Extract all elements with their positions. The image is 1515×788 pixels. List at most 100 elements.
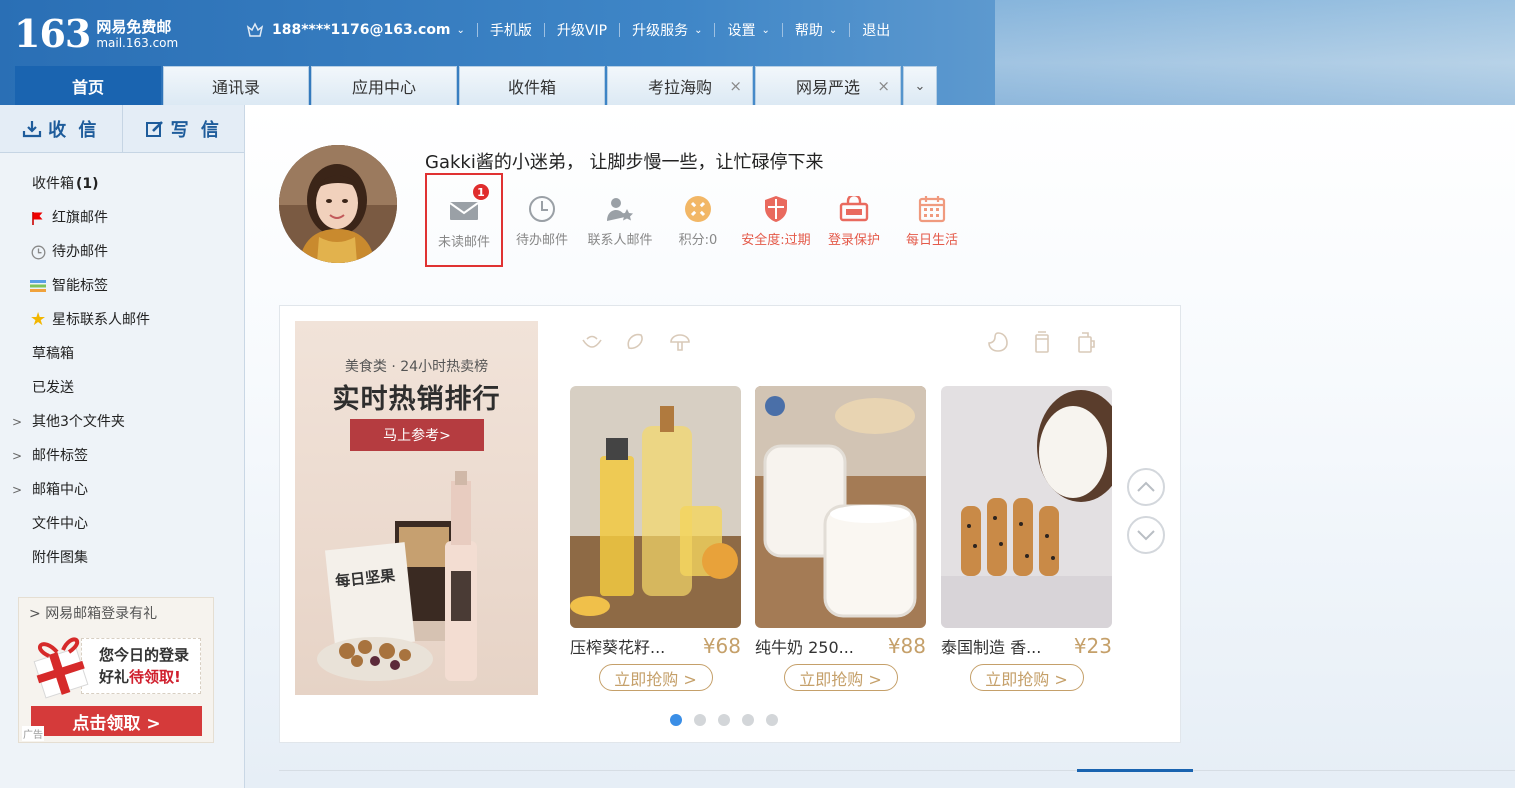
tab-yanxuan[interactable]: 网易严选 × [755, 66, 901, 105]
folder-label: 已发送 [32, 380, 74, 396]
folder-label: 智能标签 [52, 278, 108, 294]
folder-todo[interactable]: 待办邮件 [0, 235, 244, 269]
chevron-right-icon: > [12, 483, 23, 497]
chevron-down-icon[interactable]: ⌄ [694, 25, 702, 36]
folder-file-center[interactable]: 文件中心 [0, 507, 244, 541]
header: 163 网易免费邮 mail.163.com 188****1176@163.c… [0, 0, 1515, 105]
category-icons [580, 330, 1095, 354]
login-protect-stat[interactable]: 登录保护 [815, 193, 893, 253]
star-icon: ★ [29, 309, 47, 330]
close-icon[interactable]: × [877, 77, 890, 95]
folder-starred-contacts[interactable]: ★ 星标联系人邮件 [0, 303, 244, 337]
folder-smart-tags[interactable]: 智能标签 [0, 269, 244, 303]
tab-home[interactable]: 首页 [15, 66, 161, 105]
link-upgrade-service[interactable]: 升级服务 [632, 20, 688, 40]
chevron-down-icon[interactable]: ⌄ [761, 25, 769, 36]
buy-now-button[interactable]: 立即抢购 > [783, 664, 898, 691]
contact-mail-stat[interactable]: 联系人邮件 [581, 193, 659, 253]
chevron-down-icon: ⌄ [914, 78, 926, 94]
lock-box-icon [838, 193, 870, 225]
folder-red-flag[interactable]: 红旗邮件 [0, 201, 244, 235]
logo-number: 163 [14, 11, 91, 56]
carousel-dot[interactable] [694, 714, 706, 726]
buy-now-button[interactable]: 立即抢购 > [598, 664, 713, 691]
chevron-down-icon[interactable]: ⌄ [457, 25, 465, 36]
logo[interactable]: 163 网易免费邮 mail.163.com [14, 14, 178, 54]
avatar[interactable] [279, 145, 397, 263]
tab-more-button[interactable]: ⌄ [903, 66, 937, 105]
category-icon-6[interactable] [1074, 330, 1098, 354]
download-icon [23, 120, 42, 137]
link-mobile[interactable]: 手机版 [490, 20, 532, 40]
daily-life-stat[interactable]: 每日生活 [893, 193, 971, 253]
compose-label: 写 信 [170, 119, 222, 141]
todo-mail-stat[interactable]: 待办邮件 [503, 193, 581, 253]
product-card-1[interactable]: 压榨葵花籽... ¥68 立即抢购 > [570, 386, 741, 691]
stat-label: 待办邮件 [515, 233, 568, 248]
points-stat[interactable]: 积分:0 [659, 193, 737, 253]
carousel-dot[interactable] [718, 714, 730, 726]
link-upgrade-vip[interactable]: 升级VIP [557, 20, 607, 40]
shield-icon [760, 193, 792, 225]
folder-inbox[interactable]: 收件箱 (1) [0, 167, 244, 201]
category-icon-2[interactable] [624, 330, 648, 354]
link-logout[interactable]: 退出 [862, 20, 890, 40]
folder-mail-center[interactable]: > 邮箱中心 [0, 473, 244, 507]
product-image[interactable] [755, 386, 926, 628]
hot-sale-banner[interactable]: 美食类 · 24小时热卖榜 实时热销排行 马上参考> 每日坚果 [295, 321, 538, 695]
product-name[interactable]: 压榨葵花籽... [570, 634, 665, 658]
stat-label: 未读邮件 [437, 235, 490, 250]
link-help[interactable]: 帮助 [795, 20, 823, 40]
unread-mail-stat[interactable]: 1 未读邮件 [425, 173, 503, 267]
carousel-dots [670, 714, 790, 726]
tab-app-center[interactable]: 应用中心 [311, 66, 457, 105]
tab-contacts[interactable]: 通讯录 [163, 66, 309, 105]
product-card-2[interactable]: 纯牛奶 250... ¥88 立即抢购 > [755, 386, 926, 691]
buy-now-button[interactable]: 立即抢购 > [969, 664, 1084, 691]
tab-label: 通讯录 [211, 78, 260, 97]
product-image[interactable] [570, 386, 741, 628]
tab-kaola[interactable]: 考拉海购 × [607, 66, 753, 105]
tab-label: 网易严选 [795, 78, 860, 97]
scroll-up-button[interactable] [1127, 468, 1165, 506]
folder-mail-tags[interactable]: > 邮件标签 [0, 439, 244, 473]
carousel-dot[interactable] [670, 714, 682, 726]
carousel-dot[interactable] [766, 714, 778, 726]
link-settings[interactable]: 设置 [727, 20, 755, 40]
receive-button[interactable]: 收 信 [0, 105, 122, 152]
product-image[interactable] [941, 386, 1112, 628]
close-icon[interactable]: × [729, 77, 742, 95]
category-icon-1[interactable] [580, 330, 604, 354]
security-stat[interactable]: 安全度:过期 [737, 193, 815, 253]
category-icon-3[interactable] [668, 330, 692, 354]
folder-sent[interactable]: 已发送 [0, 371, 244, 405]
gift-icon [33, 637, 89, 699]
tab-inbox[interactable]: 收件箱 [459, 66, 605, 105]
claim-gift-button[interactable]: 点击领取 > [31, 706, 202, 736]
chevron-down-icon[interactable]: ⌄ [829, 25, 837, 36]
chevron-up-icon [1137, 481, 1155, 492]
category-icon-5[interactable] [1030, 330, 1054, 354]
promo-title[interactable]: > 网易邮箱登录有礼 [29, 603, 157, 623]
compose-button[interactable]: 写 信 [121, 105, 245, 152]
folder-drafts[interactable]: 草稿箱 [0, 337, 244, 371]
folder-other[interactable]: > 其他3个文件夹 [0, 405, 244, 439]
carousel-dot[interactable] [742, 714, 754, 726]
envelope-icon [448, 195, 480, 227]
product-card-3[interactable]: 泰国制造 香... ¥23 立即抢购 > [941, 386, 1112, 691]
folder-label: 收件箱 [32, 176, 74, 192]
account-email[interactable]: 188****1176@163.com [272, 22, 451, 38]
scroll-down-button[interactable] [1127, 516, 1165, 554]
login-gift-promo[interactable]: > 网易邮箱登录有礼 您今日的登录 好礼待领取! 点击领取 > 广告 [18, 597, 214, 743]
category-icon-4[interactable] [986, 330, 1010, 354]
crown-icon [246, 22, 264, 37]
promo-line2-prefix: 好礼 [99, 668, 130, 686]
promo-title-text: 网易邮箱登录有礼 [45, 606, 158, 622]
folder-list: 收件箱 (1) 红旗邮件 待办邮件 智能标签 ★ 星标联系人邮件 草稿箱 已发送 >… [0, 153, 244, 575]
product-price: ¥88 [887, 634, 926, 658]
product-name[interactable]: 泰国制造 香... [941, 634, 1041, 658]
folder-attachments[interactable]: 附件图集 [0, 541, 244, 575]
product-name[interactable]: 纯牛奶 250... [755, 634, 854, 658]
signature-text[interactable]: Gakki酱的小迷弟， 让脚步慢一些，让忙碌停下来 [425, 148, 824, 174]
folder-label: 草稿箱 [32, 346, 74, 362]
